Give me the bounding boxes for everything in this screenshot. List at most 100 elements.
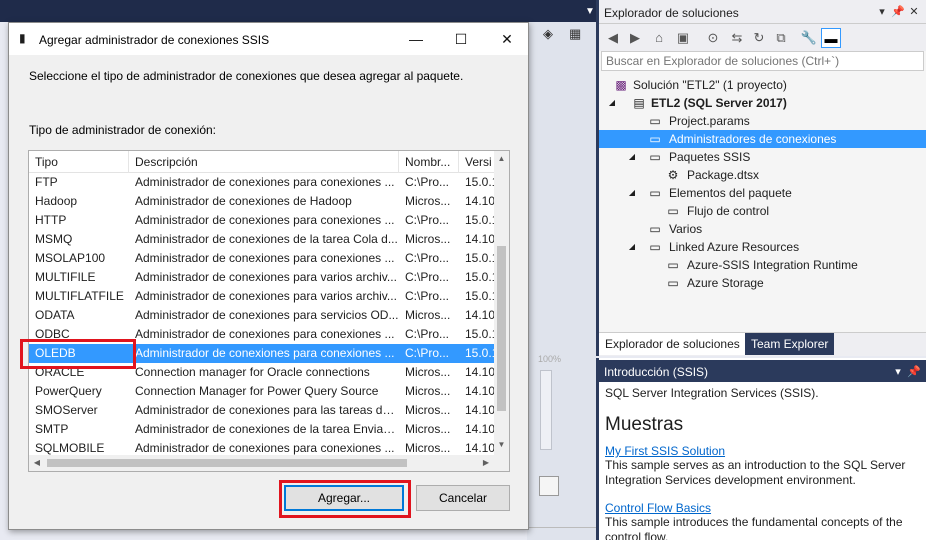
- row-description: Connection Manager for Power Query Sourc…: [135, 384, 379, 398]
- row-name: Micros...: [405, 365, 451, 379]
- connection-type-list[interactable]: Tipo Descripción Nombr... Versi FTP Admi…: [28, 150, 510, 472]
- list-row[interactable]: SMOServer Administrador de conexiones pa…: [29, 401, 494, 420]
- zoom-label: 100%: [538, 354, 562, 364]
- close-icon[interactable]: ✕: [906, 5, 922, 18]
- scroll-left-icon[interactable]: ◀: [29, 455, 45, 471]
- folder-icon: ▭: [649, 222, 661, 236]
- row-name: Micros...: [405, 441, 451, 455]
- cube-icon[interactable]: ◈: [543, 26, 553, 42]
- zoom-slider[interactable]: [540, 370, 552, 450]
- pin-icon[interactable]: 📌: [906, 365, 922, 378]
- dialog-title: Agregar administrador de conexiones SSIS: [39, 33, 270, 47]
- tree-item-package-parts[interactable]: ◢ ▭ Elementos del paquete: [599, 184, 926, 202]
- tree-item-control-flow[interactable]: ▭ Flujo de control: [599, 202, 926, 220]
- properties-icon[interactable]: 🔧: [799, 28, 819, 48]
- list-row[interactable]: ODBC Administrador de conexiones para co…: [29, 325, 494, 344]
- project-icon: ▤: [633, 96, 645, 110]
- list-row[interactable]: SMTP Administrador de conexiones de la t…: [29, 420, 494, 439]
- expand-arrow-icon[interactable]: ◢: [627, 148, 637, 166]
- scroll-up-icon[interactable]: ▲: [494, 151, 509, 167]
- list-row[interactable]: MULTIFLATFILE Administrador de conexione…: [29, 287, 494, 306]
- tree-item-ssis-packages[interactable]: ◢ ▭ Paquetes SSIS: [599, 148, 926, 166]
- collapse-all-icon[interactable]: ⧉: [771, 28, 791, 48]
- tree-item-azure-storage[interactable]: ▭ Azure Storage: [599, 274, 926, 292]
- back-icon[interactable]: ◀: [603, 28, 623, 48]
- tree-item-project-params[interactable]: ▭ Project.params: [599, 112, 926, 130]
- scroll-right-icon[interactable]: ▶: [478, 455, 494, 471]
- sync-icon[interactable]: ⇆: [727, 28, 747, 48]
- dropdown-arrow-icon[interactable]: ▼: [585, 6, 595, 17]
- list-row[interactable]: FTP Administrador de conexiones para con…: [29, 173, 494, 192]
- expand-arrow-icon[interactable]: ◢: [627, 184, 637, 202]
- maximize-button[interactable]: ☐: [450, 28, 472, 50]
- row-version: 14.100: [465, 384, 494, 398]
- row-type: ORACLE: [35, 365, 85, 379]
- switch-views-icon[interactable]: ▣: [673, 28, 693, 48]
- cancel-button[interactable]: Cancelar: [416, 485, 510, 511]
- solution-explorer-titlebar: Explorador de soluciones ▾ 📌 ✕: [599, 0, 926, 24]
- forward-icon[interactable]: ▶: [625, 28, 645, 48]
- column-header-type[interactable]: Tipo: [29, 151, 129, 173]
- row-description: Administrador de conexiones para servici…: [135, 308, 399, 322]
- row-type: SMOServer: [35, 403, 98, 417]
- minimize-button[interactable]: —: [405, 28, 427, 50]
- solution-explorer-search-input[interactable]: [601, 51, 924, 71]
- folder-icon: ▭: [667, 204, 679, 218]
- grid-icon[interactable]: ▦: [569, 26, 581, 42]
- row-version: 14.100: [465, 403, 494, 417]
- dropdown-arrow-icon[interactable]: ▾: [874, 5, 890, 18]
- list-header: Tipo Descripción Nombr... Versi: [29, 151, 494, 173]
- row-description: Administrador de conexiones para varios …: [135, 289, 397, 303]
- list-row[interactable]: SQLMOBILE Administrador de conexiones pa…: [29, 439, 494, 455]
- folder-icon: ▭: [667, 258, 679, 272]
- vertical-scroll-thumb[interactable]: [497, 246, 506, 411]
- column-header-description[interactable]: Descripción: [129, 151, 399, 173]
- solution-explorer-panel: Explorador de soluciones ▾ 📌 ✕ ◀ ▶ ⌂ ▣ ⊙ ⇆…: [596, 0, 926, 356]
- horizontal-scrollbar[interactable]: ◀ ▶: [29, 455, 494, 471]
- expand-arrow-icon[interactable]: ◢: [627, 238, 637, 256]
- list-row[interactable]: HTTP Administrador de conexiones para co…: [29, 211, 494, 230]
- tree-item-connection-managers[interactable]: ▭ Administradores de conexiones: [599, 130, 926, 148]
- horizontal-scroll-thumb[interactable]: [47, 459, 407, 467]
- tab-team-explorer[interactable]: Team Explorer: [745, 333, 835, 355]
- row-version: 14.100: [465, 365, 494, 379]
- row-version: 15.0.1: [465, 327, 494, 341]
- list-row[interactable]: MSMQ Administrador de conexiones de la t…: [29, 230, 494, 249]
- introduction-title: Introducción (SSIS): [604, 365, 709, 379]
- dialog-titlebar[interactable]: ▮ Agregar administrador de conexiones SS…: [9, 23, 528, 55]
- tree-item-project[interactable]: ◢ ▤ ETL2 (SQL Server 2017): [599, 94, 926, 112]
- tree-item-label: Project.params: [669, 114, 750, 128]
- list-row[interactable]: Hadoop Administrador de conexiones de Ha…: [29, 192, 494, 211]
- tab-solution-explorer[interactable]: Explorador de soluciones: [599, 333, 746, 355]
- preview-icon[interactable]: ▬: [821, 28, 841, 48]
- tree-item-package[interactable]: ⚙ Package.dtsx: [599, 166, 926, 184]
- tree-item-label: Elementos del paquete: [669, 186, 792, 200]
- vertical-scrollbar[interactable]: ▲ ▼: [494, 151, 509, 455]
- tree-item-linked-azure[interactable]: ◢ ▭ Linked Azure Resources: [599, 238, 926, 256]
- tree-item-solution[interactable]: ▩ Solución "ETL2" (1 proyecto): [599, 76, 926, 94]
- pin-icon[interactable]: 📌: [890, 5, 906, 18]
- column-header-version[interactable]: Versi: [459, 151, 494, 173]
- sample-link-control-flow-basics[interactable]: Control Flow Basics: [605, 501, 711, 515]
- list-row-selected[interactable]: OLEDB Administrador de conexiones para c…: [29, 344, 494, 363]
- refresh-icon[interactable]: ↻: [749, 28, 769, 48]
- sample-link-my-first-ssis[interactable]: My First SSIS Solution: [605, 444, 725, 458]
- dropdown-arrow-icon[interactable]: ▾: [890, 365, 906, 378]
- close-button[interactable]: ✕: [496, 28, 518, 50]
- list-row[interactable]: MULTIFILE Administrador de conexiones pa…: [29, 268, 494, 287]
- tree-item-misc[interactable]: ▭ Varios: [599, 220, 926, 238]
- list-row[interactable]: MSOLAP100 Administrador de conexiones pa…: [29, 249, 494, 268]
- row-name: Micros...: [405, 194, 451, 208]
- folder-icon: ▭: [649, 150, 661, 164]
- home-icon[interactable]: ⌂: [649, 28, 669, 48]
- pending-changes-icon[interactable]: ⊙: [703, 28, 723, 48]
- list-row[interactable]: PowerQuery Connection Manager for Power …: [29, 382, 494, 401]
- add-button[interactable]: Agregar...: [284, 485, 404, 511]
- scroll-down-icon[interactable]: ▼: [494, 437, 509, 453]
- tree-item-azure-ssis-ir[interactable]: ▭ Azure-SSIS Integration Runtime: [599, 256, 926, 274]
- list-row[interactable]: ORACLE Connection manager for Oracle con…: [29, 363, 494, 382]
- expand-arrow-icon[interactable]: ◢: [607, 94, 617, 112]
- list-row[interactable]: ODATA Administrador de conexiones para s…: [29, 306, 494, 325]
- column-header-name[interactable]: Nombr...: [399, 151, 459, 173]
- fit-view-icon[interactable]: [539, 476, 559, 496]
